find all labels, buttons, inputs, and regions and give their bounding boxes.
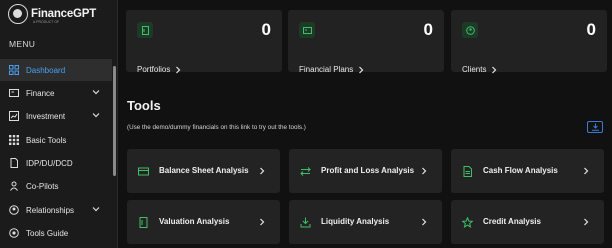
tool-label: Profit and Loss Analysis — [321, 166, 415, 175]
stat-value: 0 — [261, 20, 271, 39]
tool-card-balance-sheet[interactable]: Balance Sheet Analysis — [127, 149, 280, 193]
tool-label: Cash Flow Analysis — [483, 166, 558, 175]
file-icon — [462, 166, 473, 177]
chevron-right-icon — [422, 218, 427, 226]
tools-title: Tools — [127, 98, 161, 113]
document-icon — [138, 217, 149, 228]
sidebar: FinanceGPT A PRODUCT OF MENU Dashboard F… — [0, 0, 118, 248]
brand-name: FinanceGPT — [31, 8, 97, 20]
chevron-right-icon — [260, 167, 265, 175]
sidebar-item-basic-tools[interactable]: Basic Tools — [0, 129, 112, 151]
tool-label: Credit Analysis — [483, 217, 541, 226]
tool-label: Liquidity Analysis — [321, 217, 390, 226]
portfolio-icon — [137, 22, 153, 38]
sidebar-item-label: Co-Pilots — [26, 181, 59, 191]
chevron-right-icon — [176, 66, 181, 73]
stat-link-financial-plans[interactable]: Financial Plans — [299, 65, 364, 74]
menu-label: MENU — [9, 39, 36, 49]
sidebar-item-finance[interactable]: Finance — [0, 82, 112, 104]
sidebar-item-label: Finance — [26, 88, 55, 98]
document-icon — [9, 158, 19, 168]
stat-link-clients[interactable]: Clients — [462, 65, 497, 74]
sidebar-item-dashboard[interactable]: Dashboard — [0, 59, 112, 81]
sidebar-item-label: Relationships — [26, 205, 75, 215]
guide-icon — [9, 228, 19, 238]
stat-value: 0 — [423, 20, 433, 39]
sidebar-item-idp[interactable]: IDP/DU/DCD — [0, 152, 112, 174]
chevron-right-icon — [584, 167, 589, 175]
chevron-down-icon — [92, 207, 100, 212]
tool-card-profit-loss[interactable]: Profit and Loss Analysis — [289, 149, 442, 193]
tool-card-valuation[interactable]: Valuation Analysis — [127, 200, 280, 244]
sidebar-item-label: Investment — [26, 111, 66, 121]
main-content: 0 Portfolios 0 Financial Plans 0 Clients — [119, 0, 612, 248]
tool-label: Valuation Analysis — [159, 217, 230, 226]
sidebar-scrollbar[interactable] — [113, 66, 116, 176]
star-icon — [462, 217, 473, 228]
exchange-icon — [300, 166, 311, 177]
stat-label: Financial Plans — [299, 65, 354, 74]
stat-card-clients[interactable]: 0 Clients — [451, 10, 607, 74]
stat-label: Clients — [462, 65, 487, 74]
chevron-down-icon — [92, 113, 100, 118]
sidebar-item-tools-guide[interactable]: Tools Guide — [0, 222, 112, 244]
logo-icon — [8, 4, 28, 24]
tool-card-liquidity[interactable]: Liquidity Analysis — [289, 200, 442, 244]
chevron-right-icon — [492, 66, 497, 73]
tools-note: (Use the demo/dummy financials on this l… — [127, 124, 306, 131]
copilot-icon — [9, 181, 19, 191]
chevron-down-icon — [92, 90, 100, 95]
sidebar-item-label: IDP/DU/DCD — [26, 158, 73, 168]
app: FinanceGPT A PRODUCT OF MENU Dashboard F… — [0, 0, 612, 248]
stat-card-financial-plans[interactable]: 0 Financial Plans — [288, 10, 444, 74]
sidebar-item-relationships[interactable]: Relationships — [0, 199, 112, 221]
tool-card-cash-flow[interactable]: Cash Flow Analysis — [451, 149, 604, 193]
chevron-right-icon — [260, 218, 265, 226]
stat-label: Portfolios — [137, 65, 171, 74]
stat-link-portfolios[interactable]: Portfolios — [137, 65, 181, 74]
sidebar-item-label: Dashboard — [26, 65, 66, 75]
download-icon — [300, 217, 311, 228]
card-icon — [138, 166, 149, 177]
chevron-right-icon — [359, 66, 364, 73]
download-button[interactable] — [587, 121, 603, 133]
tool-label: Balance Sheet Analysis — [159, 166, 249, 175]
sidebar-item-label: Basic Tools — [26, 135, 67, 145]
relationships-icon — [9, 205, 19, 215]
tool-card-credit[interactable]: Credit Analysis — [451, 200, 604, 244]
stat-card-portfolios[interactable]: 0 Portfolios — [126, 10, 282, 74]
chevron-right-icon — [584, 218, 589, 226]
investment-icon — [9, 111, 19, 121]
brand-tagline: A PRODUCT OF — [33, 20, 60, 24]
plan-icon — [299, 22, 315, 38]
sidebar-item-label: Tools Guide — [26, 228, 69, 238]
sidebar-item-co-pilots[interactable]: Co-Pilots — [0, 175, 112, 197]
dashboard-icon — [9, 65, 19, 75]
finance-icon — [9, 88, 19, 98]
grid-icon — [9, 135, 19, 145]
chevron-right-icon — [422, 167, 427, 175]
clients-icon — [462, 22, 478, 38]
stat-value: 0 — [586, 20, 596, 39]
sidebar-item-investment[interactable]: Investment — [0, 105, 112, 127]
download-icon — [591, 123, 599, 131]
